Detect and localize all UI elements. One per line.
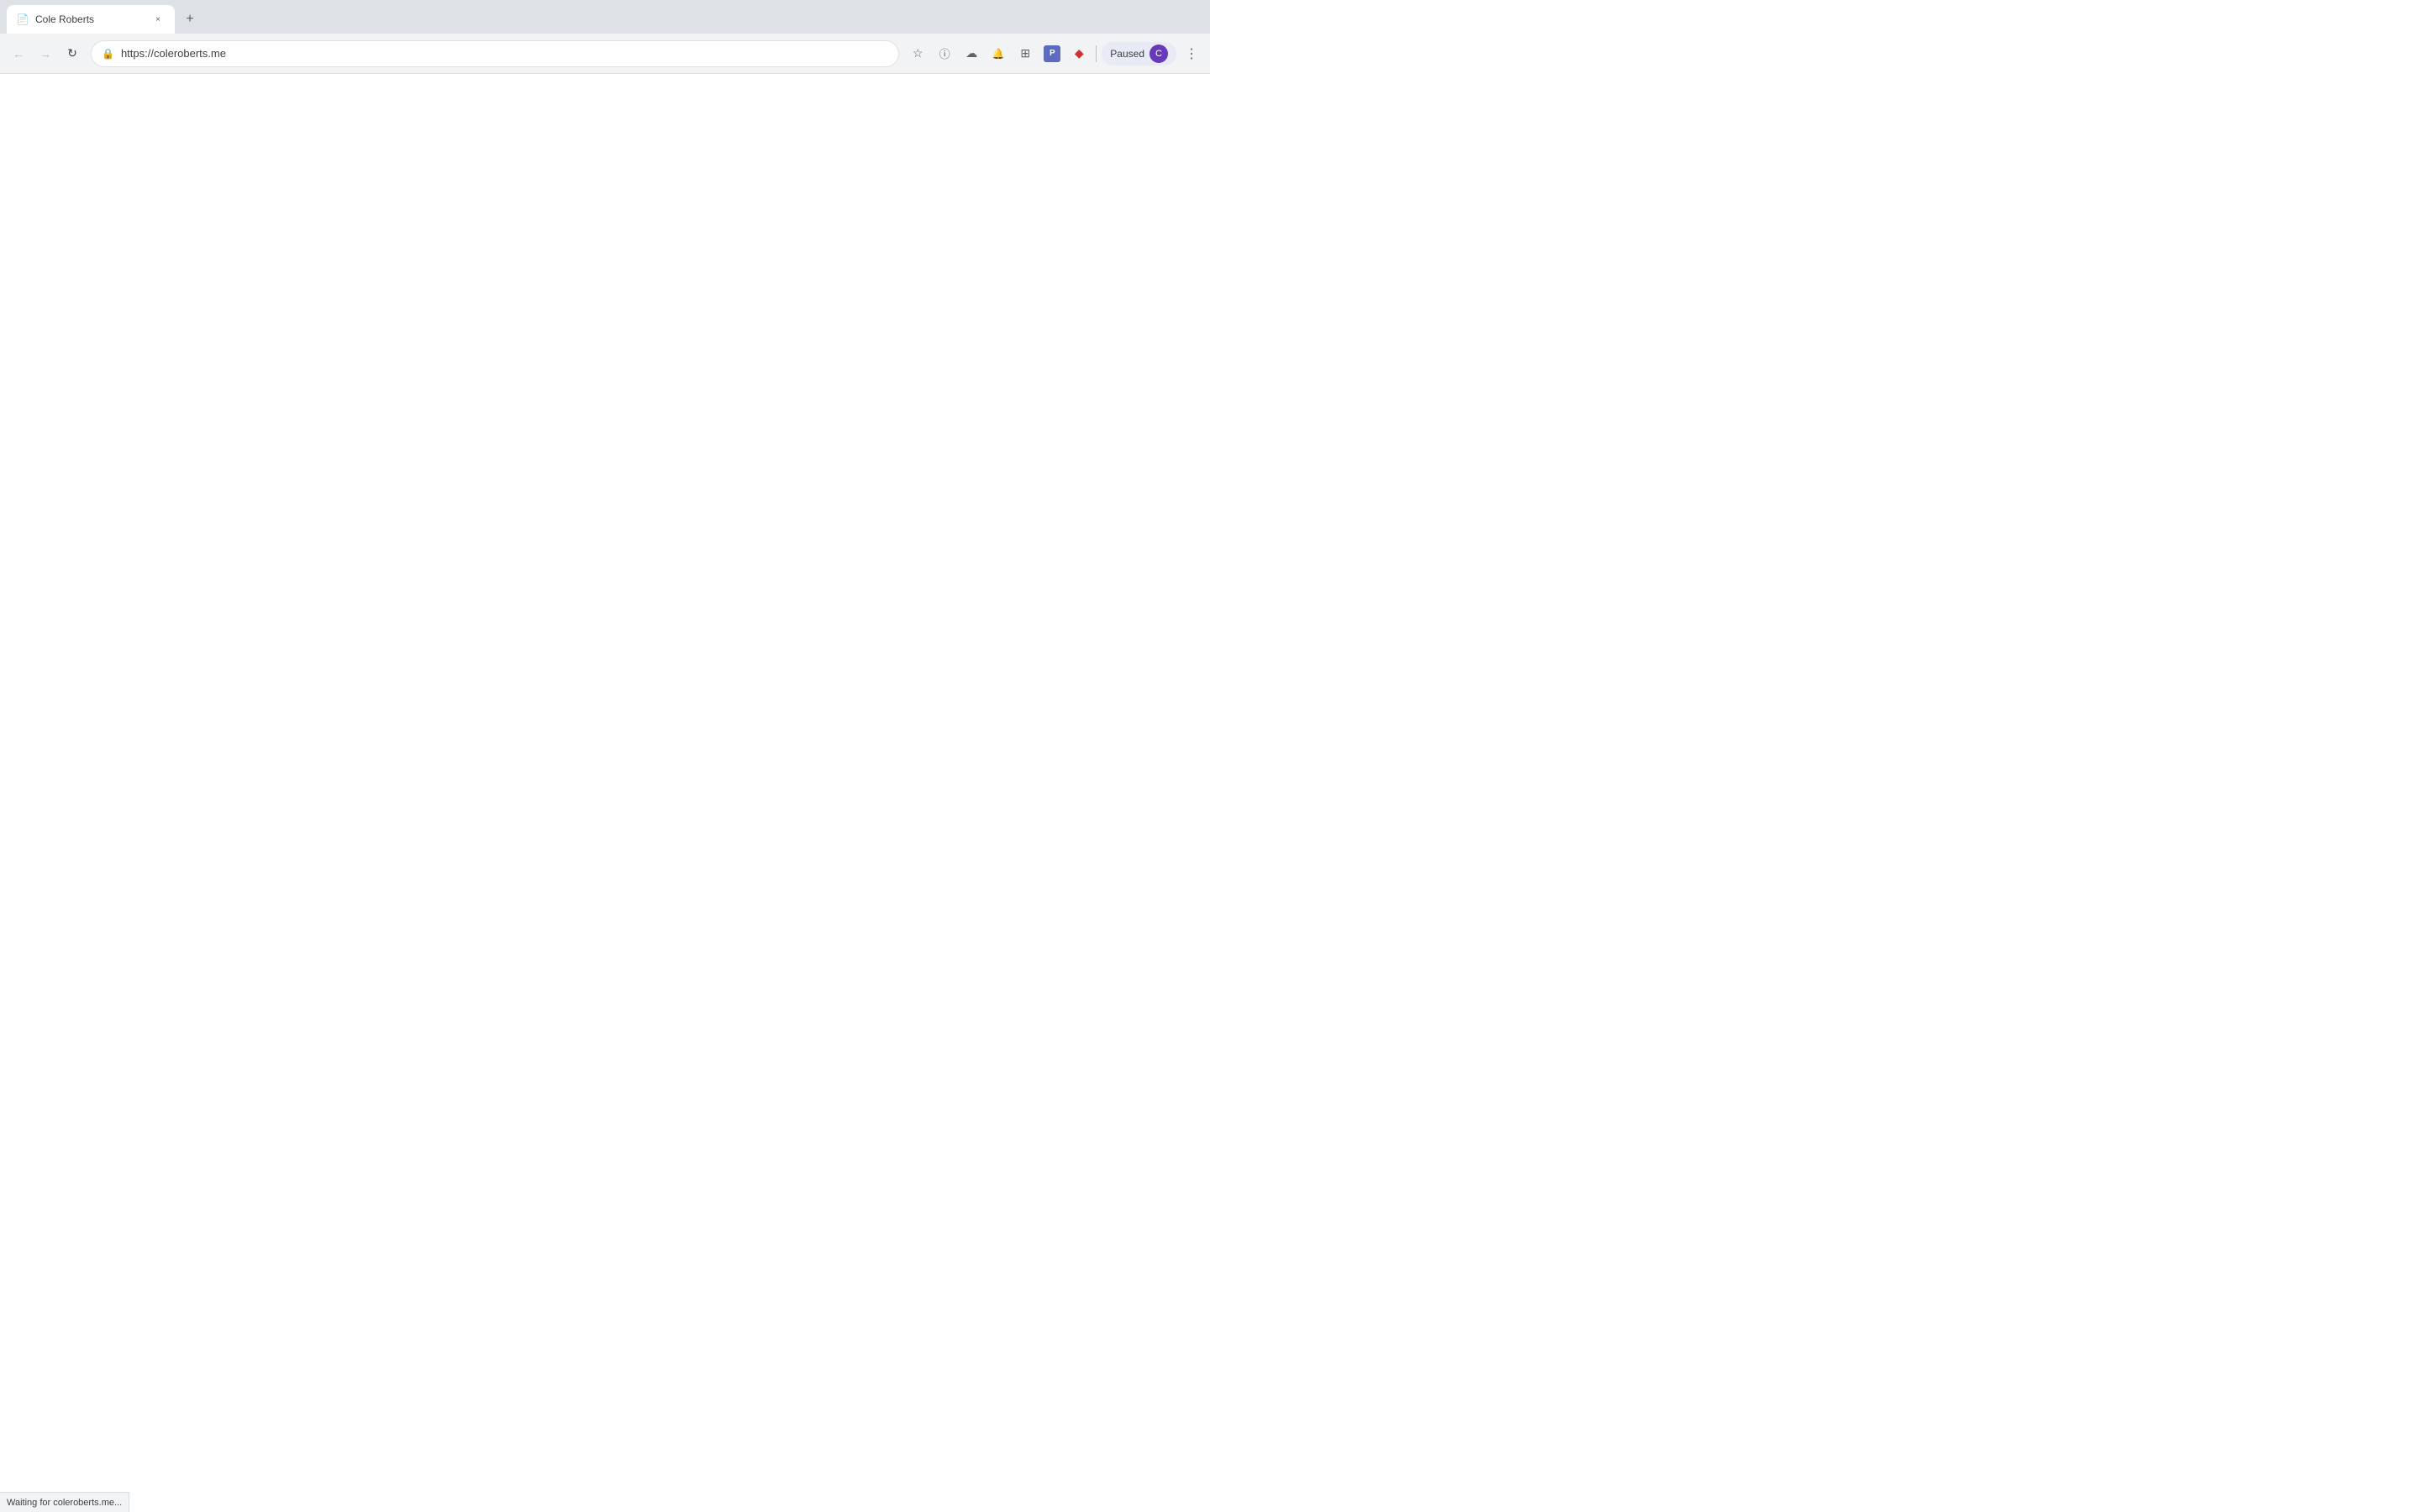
more-options-button[interactable]: ⋮ [1180,42,1203,66]
avatar: C [1150,45,1168,63]
toolbar-divider [1096,45,1097,62]
paused-button[interactable]: Paused C [1102,42,1176,66]
back-icon: ← [13,47,24,60]
avatar-initial: C [1155,49,1162,59]
nav-bar: ← → ↻ 🔒 https://coleroberts.me ☆ ⓘ [0,34,1210,74]
forward-icon: → [39,47,51,60]
back-button[interactable]: ← [7,42,30,66]
diamond-extension-button[interactable] [1067,42,1091,66]
info-icon: ⓘ [939,45,950,61]
reload-icon: ↻ [67,46,77,60]
puzzle-icon: ⊞ [1020,46,1030,60]
lock-icon: 🔒 [102,48,114,60]
more-icon: ⋮ [1185,45,1198,62]
tab-title: Cole Roberts [35,13,145,25]
tab-bar-inner: 📄 Cole Roberts × + [0,0,202,34]
diamond-icon [1071,45,1087,62]
address-bar[interactable]: 🔒 https://coleroberts.me [91,40,899,67]
star-icon: ☆ [913,46,923,60]
paused-label: Paused [1110,48,1144,60]
info-button[interactable]: ⓘ [933,42,956,66]
p-extension-button[interactable]: P [1040,42,1064,66]
url-text: https://coleroberts.me [121,47,888,60]
notification-button[interactable]: 🔔 [986,42,1010,66]
extensions-button[interactable]: ⊞ [1013,42,1037,66]
forward-button[interactable]: → [34,42,57,66]
tab-bar: 📄 Cole Roberts × + [0,0,1210,34]
browser-frame: 📄 Cole Roberts × + ← → ↻ 🔒 https://coler… [0,0,1210,756]
bell-icon: 🔔 [992,48,1005,60]
page-content [0,74,1210,756]
status-text: Waiting for coleroberts.me... [7,1498,122,1508]
bookmark-button[interactable]: ☆ [906,42,929,66]
active-tab[interactable]: 📄 Cole Roberts × [7,5,175,34]
toolbar-right: ☆ ⓘ ☁ 🔔 ⊞ P [906,42,1203,66]
tab-favicon-icon: 📄 [17,13,29,25]
tab-close-button[interactable]: × [151,13,165,26]
reload-button[interactable]: ↻ [60,42,84,66]
p-extension-icon: P [1044,45,1060,62]
cloud-button[interactable]: ☁ [960,42,983,66]
new-tab-button[interactable]: + [178,8,202,31]
status-bar: Waiting for coleroberts.me... [0,1492,129,1512]
cloud-icon: ☁ [965,46,977,60]
